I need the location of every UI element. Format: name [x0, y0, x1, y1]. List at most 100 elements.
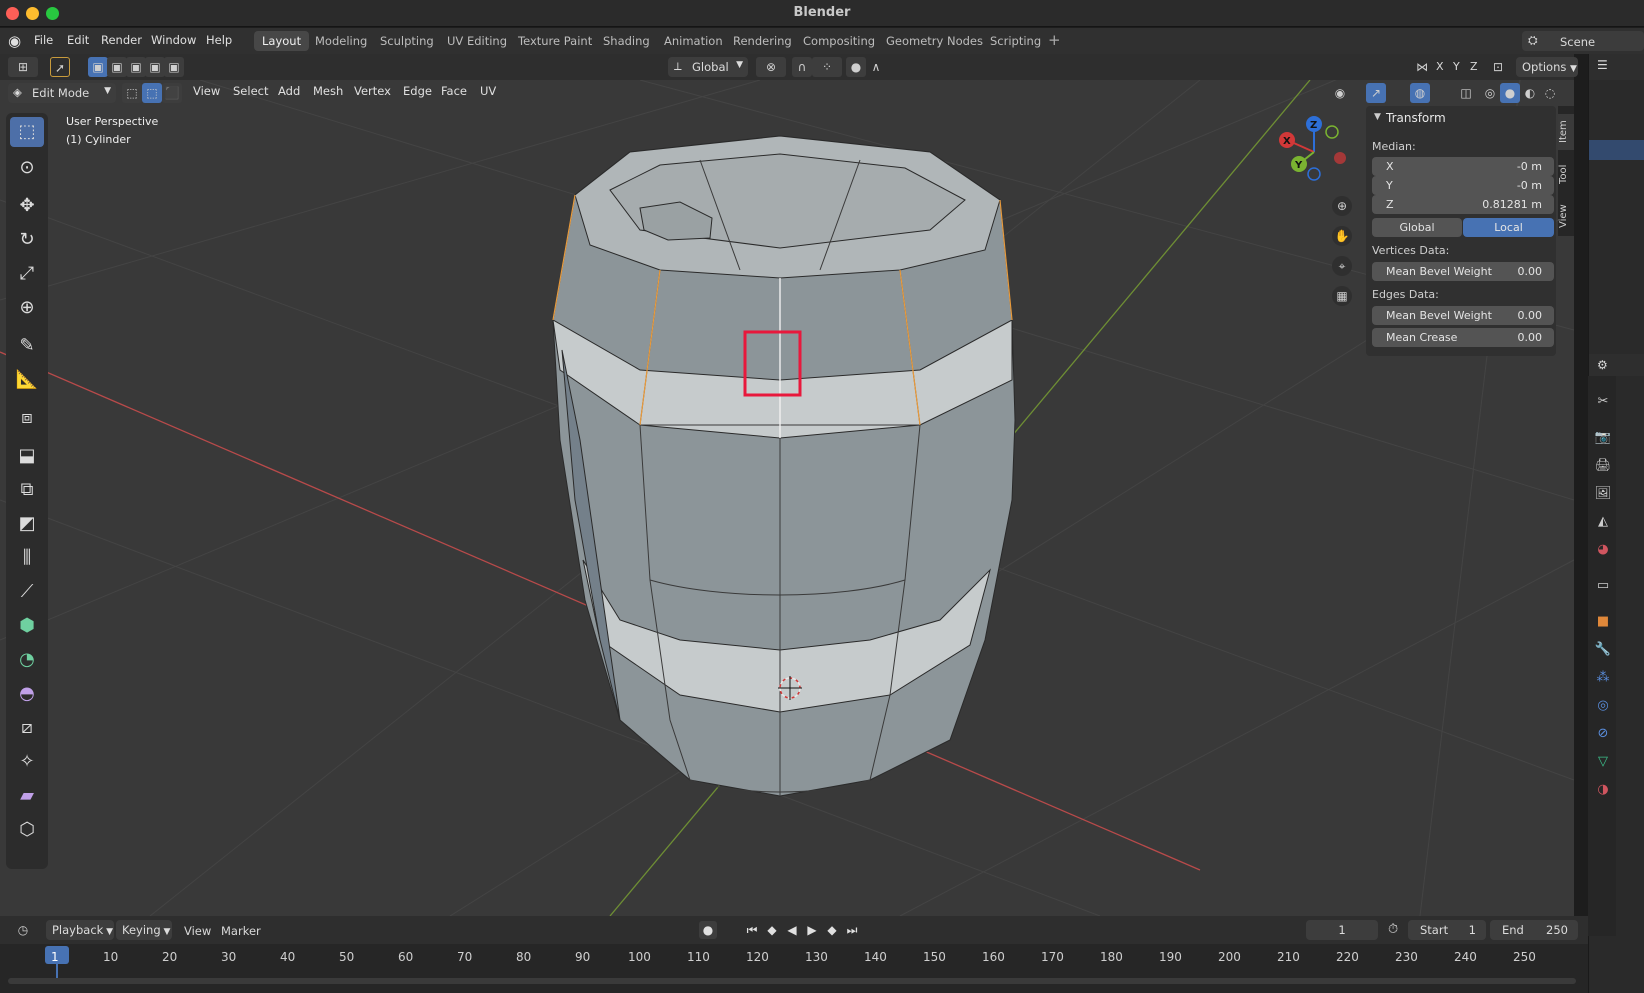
- menu-render[interactable]: Render: [101, 33, 142, 47]
- select-mode-new-icon[interactable]: ▣: [88, 57, 108, 77]
- preview-range-icon[interactable]: ⏱: [1388, 922, 1398, 937]
- snap-target-icon[interactable]: ⁘: [812, 57, 842, 77]
- rendered-shading-icon[interactable]: ◌: [1540, 83, 1560, 103]
- editor-type-icon[interactable]: ⊞: [8, 57, 38, 77]
- jump-prev-keyframe-icon[interactable]: ◆: [763, 921, 781, 939]
- modifier-properties-icon[interactable]: 🔧: [1593, 640, 1613, 660]
- xray-toggle-icon[interactable]: ◫: [1456, 83, 1476, 103]
- scene-properties-icon[interactable]: ◭: [1593, 512, 1613, 532]
- smooth-tool-icon[interactable]: ◓: [10, 679, 44, 709]
- menu-help[interactable]: Help: [206, 33, 232, 47]
- 3d-viewport[interactable]: User Perspective (1) Cylinder Z X Y ⊕ ✋ …: [0, 80, 1574, 916]
- perspective-toggle-icon[interactable]: ▦: [1332, 286, 1352, 306]
- end-frame-field[interactable]: End 250: [1490, 920, 1578, 940]
- visibility-eye-icon[interactable]: ◉: [1330, 83, 1350, 103]
- edge-crease-field[interactable]: Mean Crease 0.00: [1372, 328, 1554, 347]
- auto-merge-icon[interactable]: ⊡: [1488, 57, 1508, 77]
- vertex-select-icon[interactable]: ⬚: [122, 83, 142, 103]
- face-select-icon[interactable]: ⬛: [162, 83, 182, 103]
- collection-properties-icon[interactable]: ▭: [1593, 576, 1613, 596]
- tab-modeling[interactable]: Modeling: [307, 31, 375, 51]
- loop-cut-tool-icon[interactable]: ⫼: [10, 543, 44, 573]
- move-tool-icon[interactable]: ✥: [10, 191, 44, 221]
- menu-edit[interactable]: Edit: [67, 33, 89, 47]
- transform-tool-icon[interactable]: ⊕: [10, 293, 44, 323]
- sidebar-tab-view[interactable]: View: [1558, 198, 1574, 234]
- menu-uv[interactable]: UV: [480, 84, 496, 98]
- pan-hand-icon[interactable]: ✋: [1332, 226, 1352, 246]
- jump-end-icon[interactable]: ⏭: [843, 921, 861, 939]
- menu-view[interactable]: View: [193, 84, 220, 98]
- median-x-field[interactable]: X -0 m: [1372, 157, 1554, 176]
- menu-vertex[interactable]: Vertex: [354, 84, 391, 98]
- constraints-properties-icon[interactable]: ⊘: [1593, 724, 1613, 744]
- playback-menu[interactable]: Playback ▼: [46, 920, 114, 940]
- sidebar-tab-item[interactable]: Item: [1558, 114, 1574, 150]
- solid-shading-icon[interactable]: ●: [1500, 83, 1520, 103]
- snap-toggle-icon[interactable]: ∩: [792, 57, 812, 77]
- select-mode-intersect-icon[interactable]: ▣: [164, 57, 184, 77]
- particles-properties-icon[interactable]: ⁂: [1593, 668, 1613, 688]
- data-properties-icon[interactable]: ▽: [1593, 752, 1613, 772]
- tab-texture-paint[interactable]: Texture Paint: [510, 31, 600, 51]
- inset-tool-icon[interactable]: ⧉: [10, 475, 44, 505]
- menu-face[interactable]: Face: [441, 84, 467, 98]
- timeline-menu-marker[interactable]: Marker: [221, 924, 261, 938]
- gizmo-neg-z[interactable]: [1307, 167, 1321, 181]
- edge-select-icon[interactable]: ⬚: [142, 83, 162, 103]
- extrude-tool-icon[interactable]: ⬓: [10, 441, 44, 471]
- tab-animation[interactable]: Animation: [656, 31, 731, 51]
- tab-sculpting[interactable]: Sculpting: [372, 31, 442, 51]
- select-mode-subtract-icon[interactable]: ▣: [126, 57, 146, 77]
- collapse-triangle-icon[interactable]: ▼: [1374, 112, 1381, 122]
- material-shading-icon[interactable]: ◐: [1520, 83, 1540, 103]
- timeline-scrollbar[interactable]: [8, 978, 1576, 984]
- scale-tool-icon[interactable]: ⤢: [10, 259, 44, 289]
- start-frame-field[interactable]: Start 1: [1408, 920, 1486, 940]
- tab-compositing[interactable]: Compositing: [795, 31, 883, 51]
- jump-start-icon[interactable]: ⏮: [743, 921, 761, 939]
- median-z-field[interactable]: Z 0.81281 m: [1372, 195, 1554, 214]
- current-frame-field[interactable]: 1: [1306, 920, 1378, 940]
- menu-edge[interactable]: Edge: [403, 84, 432, 98]
- add-cube-tool-icon[interactable]: ⧈: [10, 403, 44, 433]
- select-tool-icon[interactable]: ➚: [50, 57, 70, 77]
- rotate-tool-icon[interactable]: ↻: [10, 225, 44, 255]
- select-box-tool-icon[interactable]: ⬚: [10, 117, 44, 147]
- gizmo-neg-y[interactable]: [1325, 125, 1339, 139]
- outliner-type-icon[interactable]: ☰: [1597, 58, 1608, 72]
- physics-properties-icon[interactable]: ◎: [1593, 696, 1613, 716]
- material-properties-icon[interactable]: ◑: [1593, 780, 1613, 800]
- annotate-tool-icon[interactable]: ✎: [10, 331, 44, 361]
- gizmo-toggle-icon[interactable]: ↗: [1366, 83, 1386, 103]
- menu-add[interactable]: Add: [278, 84, 300, 98]
- timeline-editor-type-icon[interactable]: ◷: [8, 920, 38, 940]
- add-workspace-icon[interactable]: +: [1048, 31, 1061, 49]
- output-properties-icon[interactable]: 🖨: [1593, 456, 1613, 476]
- tab-uv-editing[interactable]: UV Editing: [439, 31, 515, 51]
- tab-shading[interactable]: Shading: [595, 31, 658, 51]
- timeline-menu-view[interactable]: View: [184, 924, 211, 938]
- view-layer-properties-icon[interactable]: 🖼: [1593, 484, 1613, 504]
- vertex-bevel-weight-field[interactable]: Mean Bevel Weight 0.00: [1372, 262, 1554, 281]
- spin-tool-icon[interactable]: ◔: [10, 645, 44, 675]
- proportional-edit-icon[interactable]: ●: [846, 57, 866, 77]
- tab-geometry-nodes[interactable]: Geometry Nodes: [878, 31, 991, 51]
- wireframe-shading-icon[interactable]: ◎: [1480, 83, 1500, 103]
- edge-bevel-weight-field[interactable]: Mean Bevel Weight 0.00: [1372, 306, 1554, 325]
- mirror-axis-z[interactable]: Z: [1470, 60, 1478, 73]
- sidebar-tab-tool[interactable]: Tool: [1558, 156, 1574, 192]
- play-reverse-icon[interactable]: ◀: [783, 921, 801, 939]
- zoom-icon[interactable]: ⊕: [1332, 196, 1352, 216]
- gizmo-neg-x[interactable]: [1334, 152, 1346, 164]
- world-properties-icon[interactable]: ◕: [1593, 540, 1613, 560]
- jump-next-keyframe-icon[interactable]: ◆: [823, 921, 841, 939]
- transform-orientation-dropdown[interactable]: ⟂ Global ▼: [668, 57, 748, 77]
- select-mode-invert-icon[interactable]: ▣: [145, 57, 165, 77]
- scene-selector[interactable]: ⛭ Scene: [1522, 31, 1644, 51]
- auto-keying-icon[interactable]: ●: [699, 921, 717, 939]
- blender-logo-icon[interactable]: ◉: [8, 32, 21, 50]
- mirror-icon[interactable]: ⋈: [1412, 57, 1432, 77]
- tab-layout[interactable]: Layout: [254, 31, 310, 51]
- pivot-point-icon[interactable]: ⊗: [756, 57, 786, 77]
